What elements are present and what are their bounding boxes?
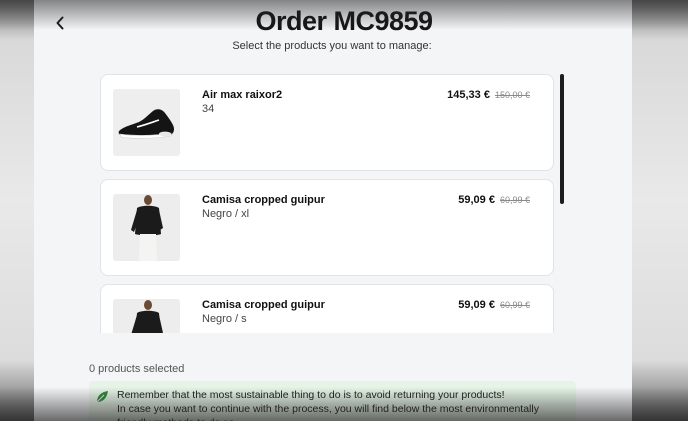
current-price: 59,09 € <box>458 299 495 311</box>
product-name: Air max raixor2 <box>202 89 283 101</box>
leaf-icon <box>96 391 108 403</box>
product-name: Camisa cropped guipur <box>202 194 325 206</box>
original-price: 60,99 € <box>499 195 530 205</box>
current-price: 59,09 € <box>458 194 495 206</box>
original-price: 60,99 € <box>499 300 530 310</box>
product-price: 59,09 € 60,99 € <box>458 194 530 206</box>
list-scrollbar[interactable] <box>560 74 564 204</box>
sustainability-notice: Remember that the most sustainable thing… <box>89 381 576 421</box>
shirt-image <box>113 299 180 333</box>
product-variant: Negro / xl <box>202 208 250 220</box>
product-variant: 34 <box>202 103 215 115</box>
product-price: 59,09 € 60,99 € <box>458 299 530 311</box>
shirt-image <box>113 194 180 261</box>
product-list[interactable]: Air max raixor2 34 145,33 € 150,00 € Cam… <box>100 74 556 333</box>
page-title: Order MC9859 <box>255 6 433 36</box>
notice-line-2: In case you want to continue with the pr… <box>117 403 539 421</box>
selected-count: 0 products selected <box>89 363 185 375</box>
page-subtitle: Select the products you want to manage: <box>232 40 432 52</box>
notice-text: Remember that the most sustainable thing… <box>117 388 567 421</box>
sneaker-image <box>113 89 180 156</box>
product-price: 145,33 € 150,00 € <box>447 89 530 101</box>
product-name: Camisa cropped guipur <box>202 299 325 311</box>
product-card[interactable]: Camisa cropped guipur Negro / s 59,09 € … <box>100 284 554 333</box>
notice-line-1: Remember that the most sustainable thing… <box>117 389 505 401</box>
original-price: 150,00 € <box>494 90 530 100</box>
product-card[interactable]: Camisa cropped guipur Negro / xl 59,09 €… <box>100 179 554 276</box>
product-card[interactable]: Air max raixor2 34 145,33 € 150,00 € <box>100 74 554 171</box>
current-price: 145,33 € <box>447 89 490 101</box>
product-variant: Negro / s <box>202 313 247 325</box>
